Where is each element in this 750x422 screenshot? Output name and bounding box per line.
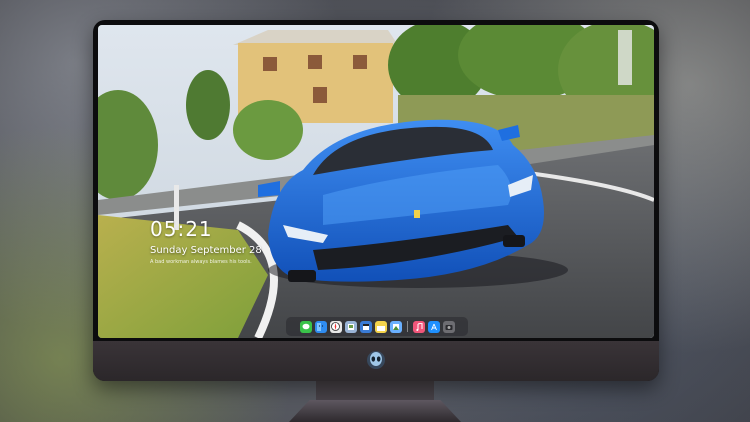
messages-icon[interactable] [299,320,312,333]
monitor: 05:21 Sunday September 28 A bad workman … [93,20,659,381]
alien-logo-icon [367,351,385,369]
camera-icon[interactable] [442,320,455,333]
app-store-icon[interactable] [427,320,440,333]
wallpaper [98,25,654,338]
finder-icon[interactable] [314,320,327,333]
dock [286,317,468,336]
lock-screen-date: Sunday September 28 [150,245,262,256]
monitor-chin [93,341,659,381]
dock-separator [406,321,408,332]
notes-icon[interactable] [374,320,387,333]
screen: 05:21 Sunday September 28 A bad workman … [98,25,654,338]
music-icon[interactable] [412,320,425,333]
lock-screen-time: 05:21 [150,217,213,241]
preview-icon[interactable] [344,320,357,333]
monitor-stand-neck [316,381,434,403]
safari-icon[interactable] [329,320,342,333]
claquette-icon[interactable] [359,320,372,333]
monitor-stand-foot [289,400,461,422]
photos-icon[interactable] [389,320,402,333]
lock-screen-quote: A bad workman always blames his tools. [150,259,252,265]
